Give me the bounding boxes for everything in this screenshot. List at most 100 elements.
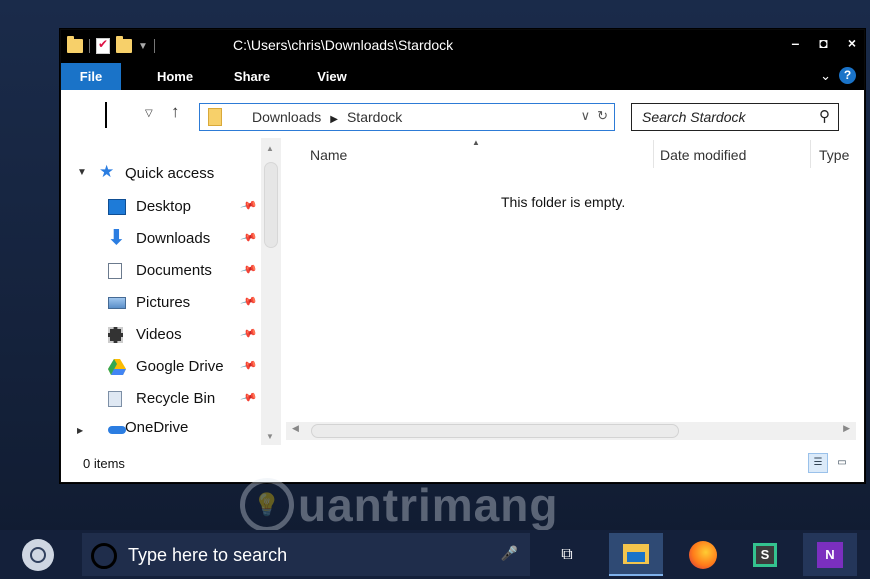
scroll-up-icon[interactable]: ▲ xyxy=(266,144,274,153)
large-icons-view-icon[interactable]: ▭ xyxy=(832,453,852,473)
new-folder-icon[interactable] xyxy=(116,36,132,53)
sidebar-item-label: Desktop xyxy=(136,198,192,215)
scrollbar-thumb[interactable] xyxy=(264,162,278,248)
slack-icon[interactable]: S xyxy=(738,533,792,576)
tab-view[interactable]: View xyxy=(303,63,361,90)
sidebar-item-label: Videos xyxy=(136,326,182,343)
desktop-icon xyxy=(108,199,126,215)
expand-caret-icon[interactable]: ▼ xyxy=(77,167,87,178)
sidebar-item-videos[interactable]: Videos 📌 xyxy=(61,320,281,350)
scroll-down-icon[interactable]: ▼ xyxy=(266,432,274,441)
microphone-icon[interactable]: 🎤 xyxy=(501,545,518,562)
sidebar-item-label: OneDrive xyxy=(125,419,189,436)
task-view-icon[interactable]: ⧉ xyxy=(540,533,594,576)
sort-ascending-icon: ▲ xyxy=(472,138,480,147)
onenote-icon[interactable]: N xyxy=(803,533,857,576)
address-bar[interactable]: Downloads ▶ Stardock ∨ ↻ xyxy=(199,103,615,131)
text-cursor xyxy=(105,102,107,128)
toolbar-divider xyxy=(153,39,155,53)
sidebar-item-label: Google Drive xyxy=(136,358,224,375)
scroll-left-icon[interactable]: ◀ xyxy=(292,423,299,434)
pin-icon[interactable]: 📌 xyxy=(240,260,258,278)
watermark-text: uantrimang xyxy=(298,479,559,531)
search-placeholder: Search Stardock xyxy=(642,109,746,125)
chevron-down-icon[interactable]: ⌄ xyxy=(820,68,831,84)
taskbar-search-box[interactable]: Type here to search 🎤 xyxy=(82,533,530,576)
sidebar-item-recycle-bin[interactable]: Recycle Bin 📌 xyxy=(61,384,281,414)
onedrive-icon xyxy=(108,426,126,434)
videos-icon xyxy=(108,327,123,343)
scrollbar-thumb[interactable] xyxy=(311,424,679,438)
item-count: 0 items xyxy=(83,456,125,471)
file-explorer-window: ▼ C:\Users\chris\Downloads\Stardock – ◘ … xyxy=(60,29,865,483)
title-bar[interactable]: ▼ C:\Users\chris\Downloads\Stardock – ◘ … xyxy=(61,30,864,63)
folder-icon xyxy=(208,108,222,126)
navigation-pane: ▼ ★ Quick access Desktop 📌 ⬇ Downloads 📌… xyxy=(61,138,281,445)
search-icon[interactable]: ⚲ xyxy=(819,107,830,125)
sidebar-item-label: Recycle Bin xyxy=(136,390,216,407)
sidebar-item-documents[interactable]: Documents 📌 xyxy=(61,256,281,286)
empty-folder-message: This folder is empty. xyxy=(501,194,626,210)
firefox-icon[interactable] xyxy=(676,533,730,576)
ribbon: File Home Share View ⌄ ? xyxy=(61,63,864,90)
sidebar-item-label: Documents xyxy=(136,262,212,279)
folder-icon xyxy=(67,36,83,53)
breadcrumb-stardock[interactable]: Stardock xyxy=(347,109,402,125)
column-header-name[interactable]: Name xyxy=(310,147,347,163)
recycle-bin-icon xyxy=(108,391,122,407)
pin-icon[interactable]: 📌 xyxy=(240,228,258,246)
up-arrow-icon[interactable]: ↑ xyxy=(171,102,180,122)
sidebar-item-quick-access[interactable]: ▼ ★ Quick access xyxy=(61,159,281,189)
pin-icon[interactable]: 📌 xyxy=(240,324,258,342)
column-divider[interactable] xyxy=(653,140,654,168)
search-input[interactable]: Search Stardock ⚲ xyxy=(631,103,839,131)
tab-file[interactable]: File xyxy=(61,63,121,90)
sidebar-item-google-drive[interactable]: Google Drive 📌 xyxy=(61,352,281,382)
sidebar-item-pictures[interactable]: Pictures 📌 xyxy=(61,288,281,318)
tab-home[interactable]: Home xyxy=(146,63,204,90)
star-icon: ★ xyxy=(99,162,115,181)
sidebar-item-downloads[interactable]: ⬇ Downloads 📌 xyxy=(61,224,281,254)
breadcrumb: Downloads ▶ Stardock xyxy=(252,109,402,125)
sidebar-item-label: Pictures xyxy=(136,294,191,311)
cortana-icon[interactable] xyxy=(22,539,54,571)
taskbar-search-placeholder: Type here to search xyxy=(128,545,288,565)
details-view-icon[interactable]: ☰ xyxy=(808,453,828,473)
maximize-button[interactable]: ◘ xyxy=(819,35,827,51)
download-icon: ⬇ xyxy=(108,227,125,249)
tab-share[interactable]: Share xyxy=(223,63,281,90)
close-button[interactable]: × xyxy=(848,35,856,51)
sidebar-item-desktop[interactable]: Desktop 📌 xyxy=(61,192,281,222)
file-list: ▲ Name Date modified Type This folder is… xyxy=(286,138,856,445)
toolbar-divider xyxy=(89,39,90,53)
file-explorer-icon[interactable] xyxy=(609,533,663,576)
help-icon[interactable]: ? xyxy=(839,67,856,84)
documents-icon xyxy=(108,263,122,279)
breadcrumb-arrow-icon[interactable]: ▶ xyxy=(330,114,338,125)
pin-icon[interactable]: 📌 xyxy=(240,196,258,214)
scroll-right-icon[interactable]: ▶ xyxy=(843,423,850,434)
minimize-button[interactable]: – xyxy=(792,35,800,51)
window-title: C:\Users\chris\Downloads\Stardock xyxy=(233,37,454,53)
customize-toolbar-icon[interactable]: ▼ xyxy=(138,41,148,52)
search-circle-icon xyxy=(91,543,117,569)
properties-icon[interactable] xyxy=(96,37,110,54)
address-dropdown-icon[interactable]: ∨ xyxy=(581,108,591,124)
lightbulb-icon: 💡 xyxy=(240,478,294,532)
nav-scrollbar[interactable]: ▲ ▼ xyxy=(261,138,281,445)
google-drive-icon xyxy=(108,359,126,375)
recent-locations-icon[interactable]: ▽ xyxy=(145,108,153,119)
column-header-date-modified[interactable]: Date modified xyxy=(660,147,746,163)
address-toolbar: ▽ ↑ Downloads ▶ Stardock ∨ ↻ Search Stardo… xyxy=(61,90,864,138)
horizontal-scrollbar[interactable]: ◀ ▶ xyxy=(286,422,856,440)
pin-icon[interactable]: 📌 xyxy=(240,292,258,310)
quick-access-toolbar: ▼ xyxy=(67,36,155,56)
refresh-icon[interactable]: ↻ xyxy=(597,108,608,124)
breadcrumb-downloads[interactable]: Downloads xyxy=(252,109,321,125)
sidebar-item-onedrive[interactable]: ▶ OneDrive xyxy=(61,419,281,445)
pin-icon[interactable]: 📌 xyxy=(240,388,258,406)
column-header-type[interactable]: Type xyxy=(819,147,849,163)
pin-icon[interactable]: 📌 xyxy=(240,356,258,374)
expand-caret-icon[interactable]: ▶ xyxy=(77,426,83,435)
column-divider[interactable] xyxy=(810,140,811,168)
